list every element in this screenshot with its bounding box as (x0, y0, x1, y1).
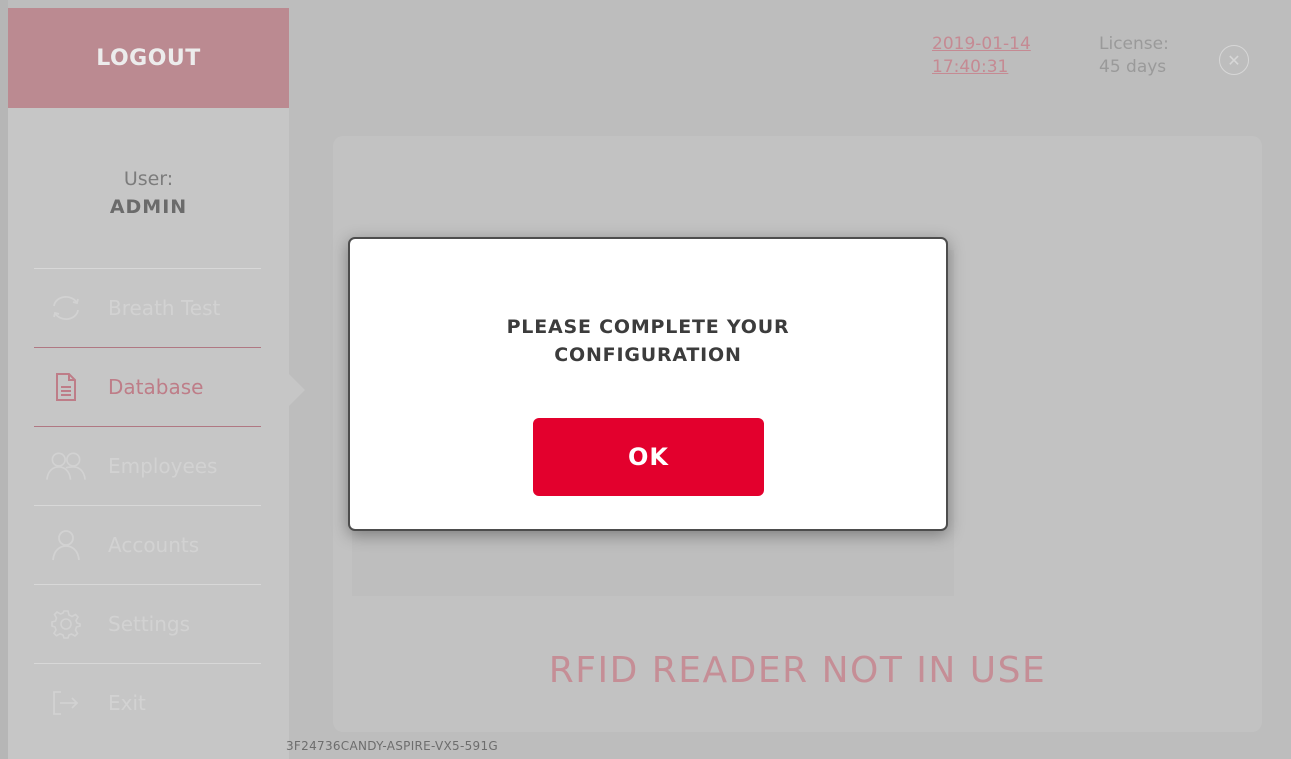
close-icon[interactable]: ✕ (1219, 45, 1249, 75)
sidebar-item-label: Settings (108, 612, 191, 636)
person-icon (46, 529, 86, 561)
dialog-message: PLEASE COMPLETE YOUR CONFIGURATION (350, 313, 946, 369)
sidebar-item-label: Employees (108, 454, 218, 478)
document-icon (46, 371, 86, 403)
sidebar-item-breath-test[interactable]: Breath Test (34, 268, 261, 347)
dialog-message-line2: CONFIGURATION (554, 344, 742, 366)
license-label: License: (1099, 34, 1169, 54)
device-id: 3F24736CANDY-ASPIRE-VX5-591G (286, 739, 498, 753)
gear-icon (46, 608, 86, 640)
sidebar-item-label: Breath Test (108, 296, 221, 320)
configuration-dialog: PLEASE COMPLETE YOUR CONFIGURATION OK (348, 237, 948, 531)
license-info: License: 45 days (1099, 33, 1169, 79)
sidebar: LOGOUT User: ADMIN Breath Test Database … (8, 8, 289, 759)
date-text: 2019-01-14 (932, 34, 1031, 54)
sidebar-item-employees[interactable]: Employees (34, 426, 261, 505)
ok-button[interactable]: OK (533, 418, 764, 496)
datetime-link[interactable]: 2019-01-14 17:40:31 (932, 33, 1031, 79)
active-indicator (289, 374, 305, 406)
sidebar-item-exit[interactable]: Exit (34, 663, 261, 742)
user-info: User: ADMIN (8, 168, 289, 218)
license-value: 45 days (1099, 57, 1167, 77)
sidebar-item-accounts[interactable]: Accounts (34, 505, 261, 584)
sidebar-item-label: Database (108, 375, 204, 399)
exit-icon (46, 687, 86, 719)
sidebar-item-database[interactable]: Database (34, 347, 261, 426)
sidebar-item-label: Exit (108, 691, 146, 715)
dialog-message-line1: PLEASE COMPLETE YOUR (506, 316, 790, 338)
sidebar-nav: Breath Test Database Employees Accounts … (34, 268, 261, 742)
logout-button[interactable]: LOGOUT (8, 8, 289, 108)
sidebar-item-label: Accounts (108, 533, 200, 557)
window-edge (0, 0, 8, 759)
time-text: 17:40:31 (932, 57, 1009, 77)
user-name: ADMIN (109, 196, 188, 218)
refresh-icon (46, 292, 86, 324)
rfid-status: RFID READER NOT IN USE (548, 650, 1047, 691)
user-label: User: (123, 168, 174, 190)
group-icon (46, 450, 86, 482)
sidebar-item-settings[interactable]: Settings (34, 584, 261, 663)
